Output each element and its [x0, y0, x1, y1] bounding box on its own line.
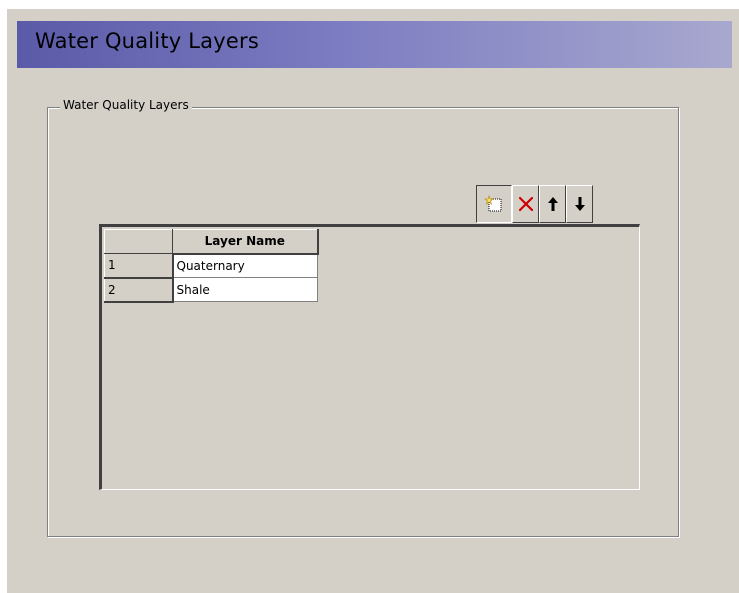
add-layer-button[interactable]: [476, 185, 512, 223]
move-down-button[interactable]: [566, 185, 593, 223]
grid-corner-header[interactable]: [104, 229, 173, 254]
title-banner: Water Quality Layers: [17, 21, 732, 68]
grid-toolbar: [476, 185, 593, 223]
groupbox-legend: Water Quality Layers: [60, 98, 192, 112]
delete-x-icon: [518, 196, 533, 212]
layer-name-cell[interactable]: Quaternary: [172, 253, 318, 278]
row-header[interactable]: 1: [104, 253, 174, 279]
move-up-button[interactable]: [539, 185, 566, 223]
arrow-up-icon: [547, 197, 558, 211]
row-header[interactable]: 2: [104, 277, 174, 303]
page-title: Water Quality Layers: [35, 29, 259, 53]
new-row-icon: [484, 195, 502, 212]
table-header-row: Layer Name: [104, 229, 319, 255]
layers-grid[interactable]: Layer Name 1 Quaternary 2 Shale: [99, 224, 640, 490]
layer-name-cell[interactable]: Shale: [172, 277, 318, 302]
table-row[interactable]: 1 Quaternary: [104, 253, 318, 279]
layers-table: Layer Name 1 Quaternary 2 Shale: [104, 229, 319, 303]
table-row[interactable]: 2 Shale: [104, 277, 318, 303]
arrow-down-icon: [574, 197, 585, 211]
delete-layer-button[interactable]: [512, 185, 539, 223]
column-header-layer-name[interactable]: Layer Name: [172, 229, 319, 255]
